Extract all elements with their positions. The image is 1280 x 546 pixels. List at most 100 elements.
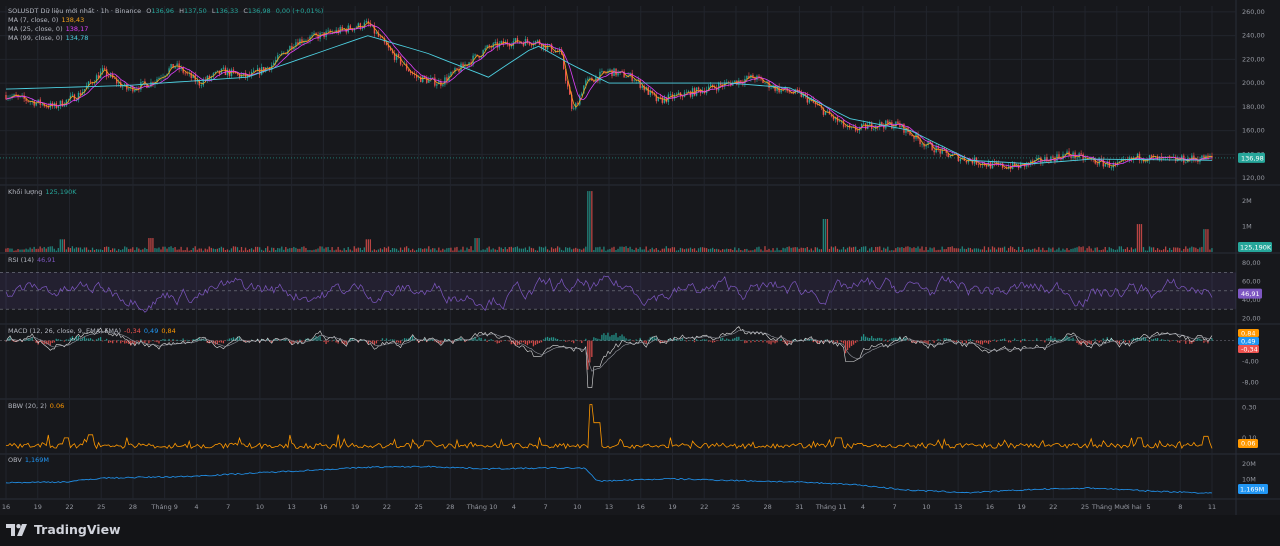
price-candle: [61, 100, 64, 107]
price-candle: [1104, 164, 1106, 167]
macd-hist-bar: [480, 337, 482, 341]
macd-hist-bar: [230, 338, 233, 341]
volume-bar: [1072, 248, 1074, 252]
price-candle: [709, 84, 712, 87]
price-candle: [921, 143, 923, 145]
volume-bar: [1013, 249, 1016, 252]
volume-bar: [472, 250, 474, 252]
volume-bar: [389, 250, 392, 252]
x-tick-label: 8: [1178, 503, 1182, 511]
macd-hist-bar: [567, 340, 569, 342]
macd-hist-bar: [303, 340, 305, 342]
volume-bar: [1136, 224, 1139, 252]
macd-hist-bar: [55, 338, 57, 341]
volume-bar: [1144, 250, 1147, 252]
volume-bar: [228, 250, 231, 252]
obv-legend[interactable]: OBV 1,169M: [8, 456, 52, 465]
volume-bar: [208, 246, 210, 252]
volume-bar: [1181, 250, 1183, 252]
macd-hist-bar: [565, 340, 567, 342]
volume-bar: [526, 249, 529, 252]
volume-bar: [1016, 250, 1018, 252]
volume-bar: [452, 250, 454, 252]
rsi-legend[interactable]: RSI (14) 46,91: [8, 256, 59, 265]
macd-hist-bar: [538, 340, 541, 344]
ohlc-high: 137,50: [184, 7, 207, 15]
volume-bar: [1060, 250, 1062, 252]
volume-bar: [232, 246, 235, 252]
macd-hist-bar: [1177, 340, 1179, 343]
macd-hist-bar: [889, 339, 891, 341]
volume-bar: [907, 246, 909, 252]
volume-bar: [109, 250, 112, 252]
macd-legend[interactable]: MACD (12, 26, close, 9, EMA, EMA) -0,34 0,…: [8, 327, 179, 336]
volume-bar: [1191, 246, 1193, 252]
price-candle: [63, 105, 66, 107]
volume-bar: [383, 247, 386, 252]
volume-bar: [889, 250, 891, 252]
macd-hist-bar: [860, 336, 863, 341]
volume-bar: [955, 248, 957, 252]
volume-bar: [254, 246, 257, 252]
macd-hist-bar: [462, 340, 464, 341]
price-candle: [663, 97, 666, 103]
volume-bar: [114, 248, 116, 252]
macd-hist-bar: [126, 340, 128, 344]
volume-bar: [957, 248, 959, 252]
volume-bar: [973, 248, 976, 252]
volume-bar: [1036, 249, 1038, 252]
volume-bar: [842, 246, 845, 252]
volume-bar: [772, 248, 774, 252]
ma7-legend[interactable]: MA (7, close, 0) 138,43: [8, 16, 87, 25]
macd-hist-bar: [977, 340, 980, 344]
volume-bar: [357, 247, 359, 252]
volume-bar: [554, 248, 557, 252]
macd-hist-bar: [1164, 340, 1167, 341]
volume-bar: [297, 248, 299, 252]
volume-bar: [176, 249, 178, 252]
volume-bar: [420, 248, 422, 252]
volume-bar: [216, 248, 219, 252]
volume-bar: [611, 247, 613, 252]
volume-bar: [877, 246, 879, 252]
volume-bar: [623, 246, 625, 252]
price-candle: [949, 156, 951, 158]
volume-bar: [250, 248, 253, 252]
macd-hist-bar: [528, 340, 531, 344]
chart-canvas[interactable]: 16 19 22 25 28 Tháng 9 4 7 10 13 16 19 22 25 28 Tháng 1…: [0, 0, 1280, 515]
volume-bar: [1104, 246, 1106, 252]
macd-hist-bar: [760, 339, 762, 341]
ma99-label: MA (99, close, 0): [8, 34, 63, 42]
ma99-legend[interactable]: MA (99, close, 0) 134,78: [8, 34, 91, 43]
tradingview-logo[interactable]: TradingView: [6, 522, 121, 537]
volume-bar: [538, 246, 541, 252]
macd-hist-bar: [593, 337, 595, 341]
volume-legend[interactable]: Khối lượng 125,190K: [8, 188, 80, 197]
volume-bar: [97, 249, 100, 252]
volume-bar: [619, 246, 621, 252]
macd-hist-bar: [97, 338, 100, 341]
volume-bar: [885, 248, 887, 252]
bbw-legend[interactable]: BBW (20, 2) 0.06: [8, 402, 67, 411]
volume-bar: [935, 250, 937, 252]
volume-bar: [867, 250, 869, 252]
macd-hist-bar: [885, 339, 887, 341]
macd-hist-bar: [975, 340, 978, 343]
macd-hist-bar: [955, 340, 957, 343]
symbol-title[interactable]: SOLUSDT Dữ liệu mới nhất · 1h · Binance: [8, 7, 141, 15]
volume-bar: [120, 250, 122, 252]
volume-bar: [1096, 247, 1098, 252]
last-price-label: 136,98: [1241, 154, 1264, 162]
macd-hist-bar: [554, 338, 557, 341]
volume-bar: [524, 247, 527, 252]
price-candle: [122, 86, 124, 88]
volume-bar: [724, 249, 726, 252]
ma25-legend[interactable]: MA (25, close, 0) 138,17: [8, 25, 91, 34]
macd-hist-bar: [186, 339, 188, 341]
macd-hist-bar: [579, 340, 581, 342]
volume-bar: [160, 249, 162, 252]
volume-bar: [1171, 249, 1173, 252]
macd-hist-bar: [1169, 340, 1171, 342]
volume-bar: [488, 246, 490, 252]
volume-bar: [871, 247, 873, 252]
